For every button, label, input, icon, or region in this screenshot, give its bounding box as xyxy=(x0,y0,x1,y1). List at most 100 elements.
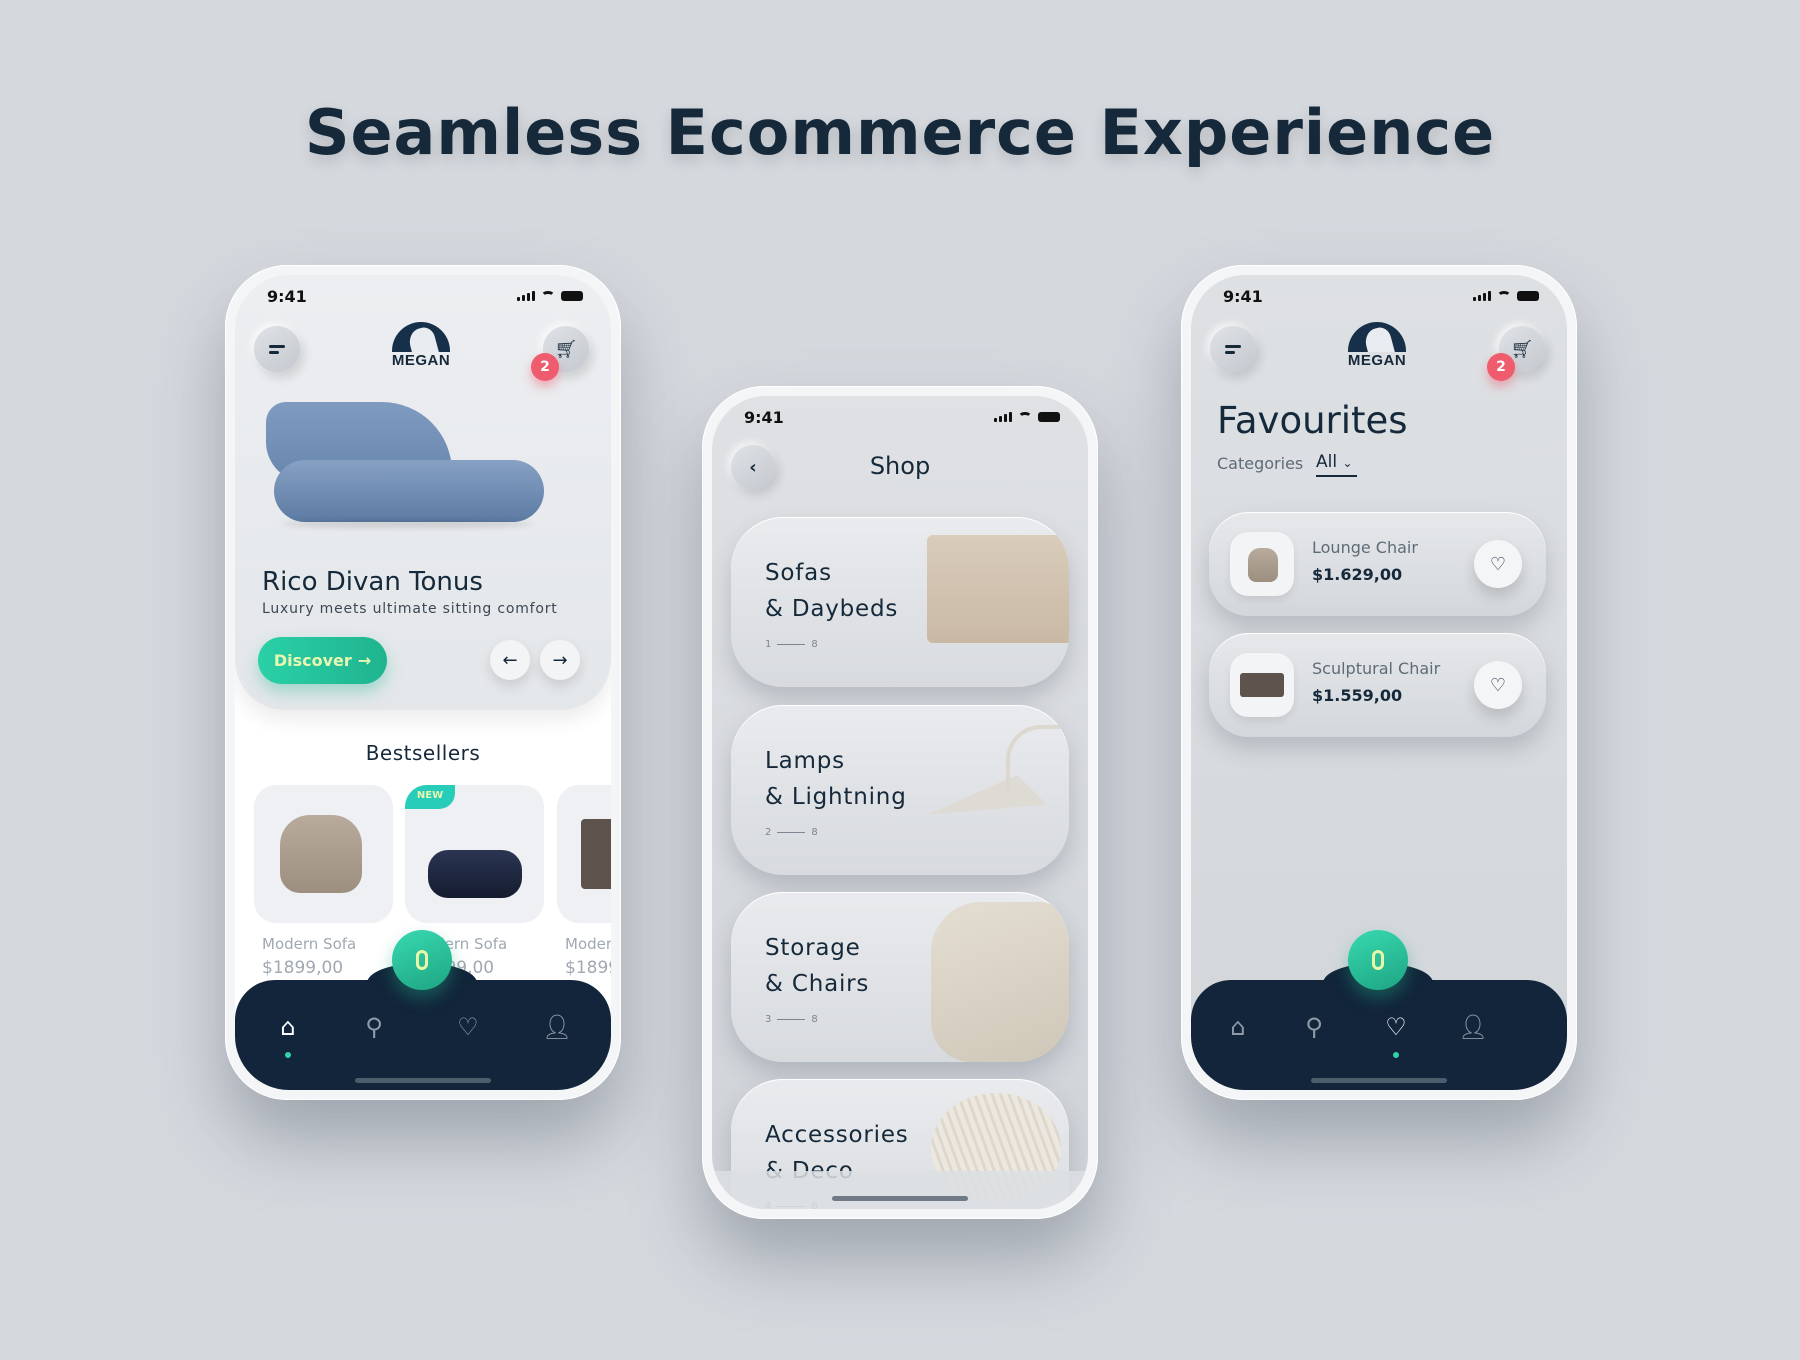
arrow-left-icon: ← xyxy=(502,649,518,671)
heart-minus-icon: ♡ xyxy=(1489,553,1507,575)
category-card-storage[interactable]: Storage & Chairs 38 xyxy=(731,892,1069,1062)
voice-search-button[interactable] xyxy=(392,930,452,990)
hero-subtitle: Luxury meets ultimate sitting comfort xyxy=(262,601,558,617)
wifi-icon xyxy=(1018,412,1032,422)
wifi-icon xyxy=(541,291,555,301)
home-indicator xyxy=(1311,1078,1447,1083)
new-badge: NEW xyxy=(405,785,455,809)
product-thumbnail xyxy=(1230,532,1294,596)
status-icons xyxy=(994,412,1060,422)
nav-profile[interactable]: 👤︎ xyxy=(542,1012,572,1042)
next-button[interactable]: → xyxy=(540,640,580,680)
nav-favourites[interactable]: ♡ xyxy=(1381,1012,1411,1042)
category-card-sofas[interactable]: Sofas & Daybeds 18 xyxy=(731,517,1069,687)
microphone-icon xyxy=(416,950,428,970)
remove-favourite-button[interactable]: ♡ xyxy=(1474,540,1522,588)
active-indicator xyxy=(285,1052,291,1058)
wifi-icon xyxy=(1497,291,1511,301)
nav-search[interactable]: ⚲ xyxy=(359,1012,389,1042)
bottom-nav: ⌂ ⚲ ♡ 👤︎ xyxy=(235,980,611,1090)
home-icon: ⌂ xyxy=(280,1013,296,1041)
nav-favourites[interactable]: ♡ xyxy=(453,1012,483,1042)
status-time: 9:41 xyxy=(267,287,307,306)
cart-badge: 2 xyxy=(531,353,559,381)
item-price: $1.629,00 xyxy=(1312,565,1403,584)
cart-badge: 2 xyxy=(1487,353,1515,381)
battery-icon xyxy=(1517,291,1539,301)
phone-shop: 9:41 ‹ Shop Sofas & Daybeds 18 Lamps & Lig… xyxy=(702,386,1098,1219)
voice-search-button[interactable] xyxy=(1348,930,1408,990)
bottom-nav: ⌂ ⚲ ♡ 👤︎ xyxy=(1191,980,1567,1090)
discover-button[interactable]: Discover → xyxy=(258,637,387,684)
product-name: Modern Sofa xyxy=(262,935,357,953)
product-price: $1899,00 xyxy=(262,958,344,978)
microphone-icon xyxy=(1372,950,1384,970)
filter-label: Categories xyxy=(1217,454,1304,473)
battery-icon xyxy=(561,291,583,301)
hero-sofa-image xyxy=(262,402,583,540)
arrow-right-icon: → xyxy=(552,649,568,671)
search-icon: ⚲ xyxy=(365,1013,383,1041)
heart-icon: ♡ xyxy=(1385,1013,1407,1041)
hero-title: Rico Divan Tonus xyxy=(262,567,483,597)
nav-home[interactable]: ⌂ xyxy=(1223,1012,1253,1042)
sofa-image xyxy=(927,535,1069,643)
brand-logo: MEGAN xyxy=(1342,322,1412,378)
menu-button[interactable] xyxy=(1210,326,1256,372)
dropdown-value: All xyxy=(1316,452,1338,472)
product-card[interactable] xyxy=(557,785,611,923)
item-name: Sculptural Chair xyxy=(1312,659,1441,678)
phone-home: 9:41 MEGAN 🛒︎ 2 Rico Divan Tonus Luxury … xyxy=(225,265,621,1100)
search-icon: ⚲ xyxy=(1305,1013,1323,1041)
signal-icon xyxy=(994,412,1012,422)
product-price: $1899,00 xyxy=(565,958,611,978)
product-card[interactable]: NEW xyxy=(405,785,544,923)
cart-icon: 🛒︎ xyxy=(554,338,578,360)
section-title: Bestsellers xyxy=(365,741,481,765)
home-indicator xyxy=(832,1196,968,1201)
home-screen: 9:41 MEGAN 🛒︎ 2 Rico Divan Tonus Luxury … xyxy=(235,275,611,1090)
nav-profile[interactable]: 👤︎ xyxy=(1458,1012,1488,1042)
page-title: Favourites xyxy=(1217,399,1408,442)
item-name: Lounge Chair xyxy=(1312,538,1418,557)
category-card-lamps[interactable]: Lamps & Lightning 28 xyxy=(731,705,1069,875)
status-icons xyxy=(1473,291,1539,301)
category-pager: 28 xyxy=(765,827,818,838)
active-indicator xyxy=(1393,1052,1399,1058)
page-headline: Seamless Ecommerce Experience xyxy=(304,96,1496,169)
home-icon: ⌂ xyxy=(1230,1013,1246,1041)
category-title: Lamps & Lightning xyxy=(765,748,907,810)
signal-icon xyxy=(517,291,535,301)
battery-icon xyxy=(1038,412,1060,422)
nav-search[interactable]: ⚲ xyxy=(1299,1012,1329,1042)
signal-icon xyxy=(1473,291,1491,301)
category-pager: 38 xyxy=(765,1014,818,1025)
phone-favourites: 9:41 MEGAN 🛒︎ 2 Favourites Categories Al… xyxy=(1181,265,1577,1100)
favourite-item[interactable]: Lounge Chair $1.629,00 ♡ xyxy=(1209,512,1546,616)
brand-logo: MEGAN xyxy=(386,322,456,378)
item-price: $1.559,00 xyxy=(1312,686,1403,705)
home-indicator xyxy=(355,1078,491,1083)
cart-icon: 🛒︎ xyxy=(1510,338,1534,360)
favourites-screen: 9:41 MEGAN 🛒︎ 2 Favourites Categories Al… xyxy=(1191,275,1567,1090)
chair-image xyxy=(931,902,1069,1062)
heart-minus-icon: ♡ xyxy=(1489,674,1507,696)
prev-button[interactable]: ← xyxy=(490,640,530,680)
category-dropdown[interactable]: All ⌄ xyxy=(1316,452,1357,477)
remove-favourite-button[interactable]: ♡ xyxy=(1474,661,1522,709)
category-title: Sofas & Daybeds xyxy=(765,560,899,622)
nav-home[interactable]: ⌂ xyxy=(273,1012,303,1042)
category-pager: 18 xyxy=(765,639,818,650)
shop-title: Shop xyxy=(869,452,931,480)
menu-icon xyxy=(1225,342,1241,357)
status-icons xyxy=(517,291,583,301)
status-time: 9:41 xyxy=(744,408,784,427)
product-card[interactable] xyxy=(254,785,393,923)
favourite-item[interactable]: Sculptural Chair $1.559,00 ♡ xyxy=(1209,633,1546,737)
product-thumbnail xyxy=(1230,653,1294,717)
chevron-down-icon: ⌄ xyxy=(1342,456,1353,470)
arrow-right-icon: → xyxy=(357,651,372,670)
user-icon: 👤︎ xyxy=(1458,1013,1489,1041)
heart-icon: ♡ xyxy=(457,1013,479,1041)
menu-button[interactable] xyxy=(254,326,300,372)
